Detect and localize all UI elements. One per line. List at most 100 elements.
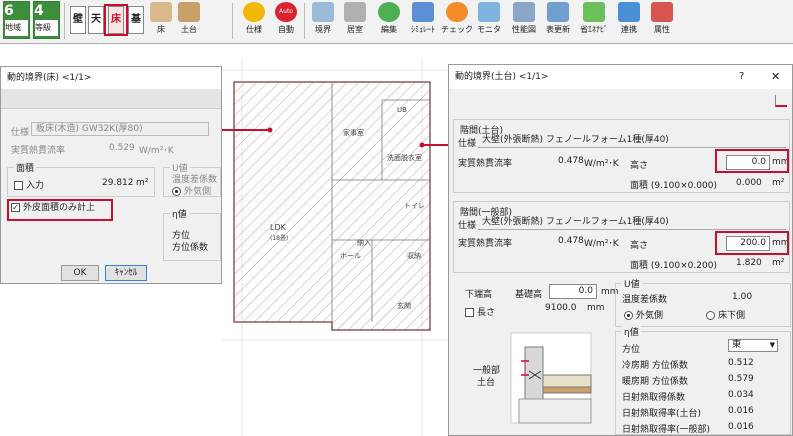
eta-value-group-title: η値 [170, 207, 189, 220]
temp-diff-label: 温度差係数 [622, 295, 668, 305]
floor-icon [150, 2, 172, 22]
close-button[interactable]: ✕ [771, 70, 780, 83]
base-height-input[interactable]: 0.0 [549, 284, 597, 299]
edit-button-label: 編集 [381, 25, 397, 34]
outside-radio-dot[interactable] [172, 187, 181, 196]
check-button-label: チェック [441, 25, 473, 34]
floor-plan[interactable]: 家事室 UB 洗面脱衣室 トイレ LDK (18畳) 納入 ホール 収納 玄関 [222, 60, 448, 436]
floor-button[interactable]: 床 [148, 2, 174, 40]
sill-icon [178, 2, 200, 22]
eta-value-group: η値 方位 東 ▼ 冷房期 方位係数 0.512 暖房期 方位係数 0.579 日… [615, 325, 791, 435]
auto-button[interactable]: Auto 自動 [272, 2, 300, 40]
length-checkbox[interactable]: 長さ [465, 305, 495, 318]
link-icon [618, 2, 640, 22]
heat-transfer-value: 0.478 [558, 236, 584, 246]
outside-radio[interactable]: 外気側 [172, 184, 211, 197]
grade-button[interactable]: 4 等級 [33, 1, 60, 39]
outside-radio[interactable]: 外気側 [624, 308, 663, 321]
heat-transfer-unit: W/m²･K [139, 146, 174, 156]
monitor-button[interactable]: モニタ [474, 2, 504, 40]
performance-chart-icon [513, 2, 535, 22]
toolbar: 6 地域 4 等級 壁 天 床 基 床 土台 仕様 Auto 自動 境界 居室 編集 … [0, 0, 793, 44]
spec-label: 仕様 [458, 221, 477, 231]
eta-row-label: 日射熱取得率(一般部) [622, 425, 711, 435]
attribute-button[interactable]: 属性 [648, 2, 676, 40]
input-checkbox-box[interactable] [14, 181, 23, 190]
boundary-button[interactable]: 境界 [308, 2, 338, 40]
spec-field: 板床(木造) GW32K(厚80) [31, 122, 209, 136]
energy-navi-button[interactable]: 省ｴﾈﾅﾋﾞ [576, 2, 612, 40]
performance-chart-button[interactable]: 性能図 [508, 2, 540, 40]
energy-navi-button-label: 省ｴﾈﾅﾋﾞ [580, 25, 608, 34]
room-label: (18畳) [270, 235, 288, 242]
underfloor-radio-dot[interactable] [706, 311, 715, 320]
u-value-group-title: U値 [622, 277, 642, 290]
cancel-button[interactable]: ｷｬﾝｾﾙ [105, 265, 147, 281]
dialog-header-strip [1, 89, 221, 109]
ok-button[interactable]: OK [61, 265, 99, 281]
area-label: 面積 (9.100×0.000) [630, 181, 717, 191]
sill-button[interactable]: 土台 [174, 2, 204, 40]
attribute-button-label: 属性 [654, 25, 670, 34]
pencil-icon[interactable] [775, 95, 787, 107]
room-button-label: 居室 [347, 25, 363, 34]
input-checkbox[interactable]: 入力 [14, 178, 44, 191]
height-label: 高さ [630, 241, 649, 251]
area-label: 面積 (9.100×0.200) [630, 261, 717, 271]
tab-foundation[interactable]: 基 [128, 6, 144, 34]
area-group: 面積 入力 29.812 m² [7, 161, 155, 197]
spec-field[interactable]: 大壁(外張断熱) フェノールフォーム1種(厚40) [478, 134, 786, 148]
boundary-icon [312, 2, 334, 22]
room-label: 洗面脱衣室 [387, 153, 422, 162]
check-button[interactable]: チェック [440, 2, 474, 40]
help-button[interactable]: ? [739, 71, 744, 82]
outside-radio-dot[interactable] [624, 311, 633, 320]
base-height-label: 基礎高 [515, 290, 543, 300]
floor-button-label: 床 [157, 25, 165, 34]
spec-button[interactable]: 仕様 [240, 2, 268, 40]
table-update-button[interactable]: 表更新 [542, 2, 574, 40]
underfloor-radio-label: 床下側 [718, 311, 746, 321]
simulate-button[interactable]: ｼﾐｭﾚｰﾄ [406, 2, 440, 40]
tab-wall[interactable]: 壁 [70, 6, 86, 34]
eta-value-group: η値 方位 方位係数 [163, 207, 221, 261]
room-label: 納入 [357, 238, 371, 247]
spec-field[interactable]: 大壁(外張断熱) フェノールフォーム1種(厚40) [478, 216, 786, 230]
eta-value-group-title: η値 [622, 325, 641, 338]
edit-icon [378, 2, 400, 22]
simulate-button-label: ｼﾐｭﾚｰﾄ [411, 25, 435, 34]
sill-button-label: 土台 [181, 25, 197, 34]
length-checkbox-box[interactable] [465, 308, 474, 317]
room-icon [344, 2, 366, 22]
eta-row-value: 0.579 [728, 374, 754, 384]
room-button[interactable]: 居室 [340, 2, 370, 40]
region-button[interactable]: 6 地域 [3, 1, 30, 39]
heat-transfer-label: 実質熱貫流率 [11, 146, 66, 156]
spec-label: 仕様 [11, 128, 30, 138]
eta-row-label: 暖房期 方位係数 [622, 377, 688, 387]
auto-button-label: 自動 [278, 25, 294, 34]
area-value: 29.812 [102, 178, 134, 188]
underfloor-radio[interactable]: 床下側 [706, 308, 745, 321]
length-value: 9100.0 [545, 303, 577, 313]
tab-ceiling[interactable]: 天 [88, 6, 104, 34]
diagram-sill-label: 土台 [477, 378, 496, 388]
performance-chart-button-label: 性能図 [512, 25, 536, 34]
area-value: 1.820 [736, 258, 762, 268]
separator [304, 3, 305, 39]
length-checkbox-label: 長さ [477, 308, 496, 318]
link-button[interactable]: 連携 [614, 2, 644, 40]
direction-select-value: 東 [732, 340, 742, 350]
boundary-button-label: 境界 [315, 25, 331, 34]
input-checkbox-label: 入力 [26, 181, 45, 191]
direction-select[interactable]: 東 ▼ [728, 339, 778, 352]
room-label: LDK [270, 223, 287, 232]
room-label: 収納 [407, 251, 421, 260]
edit-button[interactable]: 編集 [374, 2, 404, 40]
grade-number: 4 [34, 3, 44, 19]
heat-transfer-value: 0.478 [558, 156, 584, 166]
eta-row-value: 0.016 [728, 422, 754, 432]
height-label: 高さ [630, 161, 649, 171]
check-icon [446, 2, 468, 22]
room-label: 家事室 [343, 128, 364, 137]
